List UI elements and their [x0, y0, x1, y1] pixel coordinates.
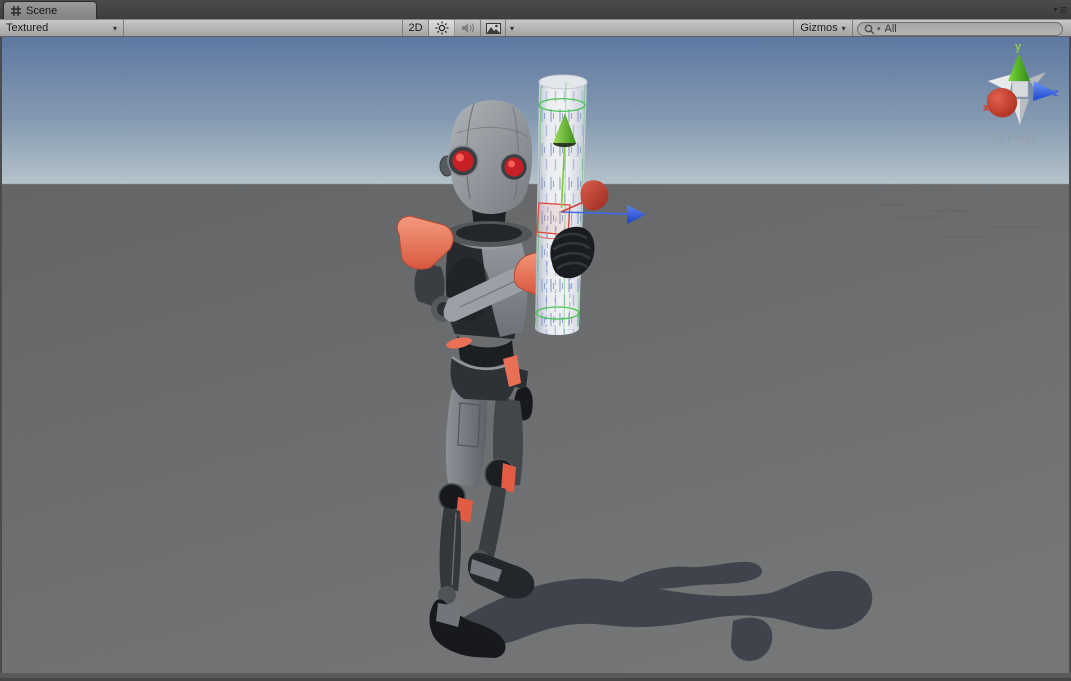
tab-scene[interactable]: Scene [3, 1, 97, 19]
viewport-container: y z x Persp [0, 37, 1071, 681]
sky [0, 37, 1071, 184]
image-icon [486, 23, 501, 34]
scene-viewport[interactable]: y z x Persp [0, 37, 1071, 681]
gizmos-label: Gizmos [800, 22, 837, 34]
render-mode-label: Textured [6, 22, 48, 34]
axis-x-label: x [983, 102, 990, 114]
grid-icon [11, 6, 21, 16]
axis-y-label: y [1015, 41, 1022, 53]
panel-menu-icon[interactable]: ≡ [1059, 3, 1067, 16]
robot-eye-right [501, 154, 528, 181]
chevron-down-icon: ▾ [842, 24, 846, 33]
toggle-2d-button[interactable]: 2D [402, 20, 428, 36]
effects-toggle-button[interactable] [480, 20, 505, 36]
search-filter-dropdown-icon[interactable]: ▾ [877, 25, 881, 33]
panel-dropdown-icon[interactable]: ▾ [1053, 6, 1057, 14]
chevron-down-icon: ▾ [510, 24, 514, 33]
tab-bar: Scene ▾ ≡ [0, 0, 1071, 19]
panel-border-left [0, 37, 2, 681]
projection-label[interactable]: Persp [1007, 131, 1039, 145]
audio-toggle-button[interactable] [454, 20, 480, 36]
axis-z-label: z [1053, 87, 1059, 99]
scene-panel: Scene ▾ ≡ Textured ▾ 2D [0, 0, 1071, 681]
speaker-icon [461, 22, 475, 34]
lighting-toggle-button[interactable] [428, 20, 454, 36]
search-input[interactable] [885, 23, 1056, 35]
sun-icon [435, 21, 449, 35]
panel-border-bottom [0, 673, 1071, 678]
axis-x-cone[interactable] [987, 88, 1017, 117]
robot-eye-left [448, 146, 478, 176]
2d-label: 2D [408, 22, 422, 34]
separator [123, 20, 124, 36]
tab-label: Scene [26, 5, 57, 17]
render-mode-dropdown[interactable]: Textured ▾ [0, 20, 123, 36]
search-icon [864, 24, 875, 35]
gizmos-dropdown[interactable]: Gizmos ▾ [793, 20, 853, 36]
scene-search[interactable]: ▾ [857, 22, 1063, 36]
chevron-down-icon: ▾ [113, 24, 117, 33]
effects-dropdown[interactable]: ▾ [505, 20, 518, 36]
scene-toolbar: Textured ▾ 2D [0, 19, 1071, 37]
